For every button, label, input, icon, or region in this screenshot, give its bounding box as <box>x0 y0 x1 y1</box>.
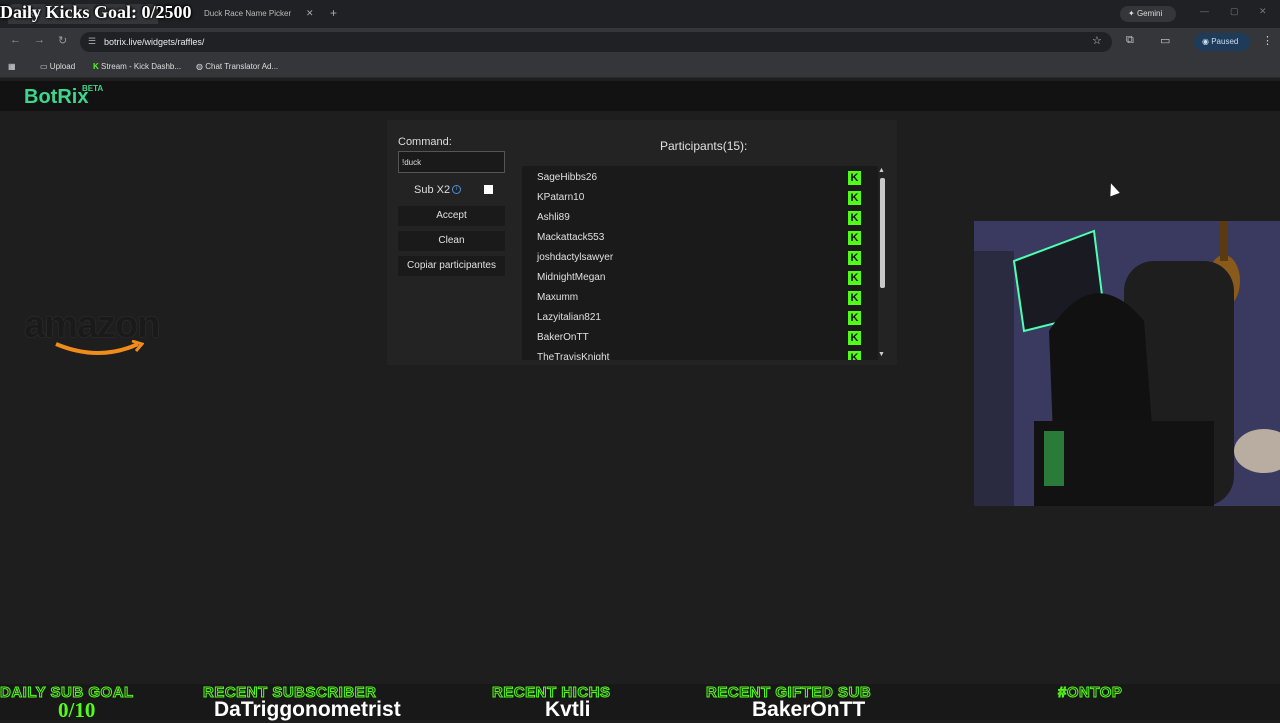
profile-paused-button[interactable]: ◉ Paused <box>1194 33 1250 51</box>
accept-button[interactable]: Accept <box>398 206 505 226</box>
recent-kicks-value: Kvtli <box>545 698 591 721</box>
gemini-button[interactable]: ✦ Gemini <box>1120 6 1176 22</box>
kick-icon: K <box>93 62 99 71</box>
apps-grid-icon[interactable]: ▦ <box>8 59 16 75</box>
sub-x2-checkbox[interactable] <box>484 185 493 194</box>
gemini-label: Gemini <box>1136 9 1163 18</box>
site-info-icon[interactable]: ☰ <box>88 36 96 47</box>
recent-gifted-sub-value: BakerOnTT <box>752 698 866 721</box>
cast-icon[interactable]: ▭ <box>1160 34 1170 47</box>
participant-name: SageHibbs26 <box>537 172 598 183</box>
webcam-feed <box>974 221 1280 506</box>
kick-platform-icon: K <box>848 291 861 305</box>
participant-name: BakerOnTT <box>537 332 589 343</box>
close-tab-icon[interactable]: ✕ <box>306 8 314 19</box>
command-input[interactable] <box>398 151 505 173</box>
bookmark-kick-dashboard[interactable]: K Stream - Kick Dashb... <box>93 59 181 75</box>
minimize-icon[interactable]: — <box>1200 6 1209 16</box>
profile-label: Paused <box>1211 37 1239 46</box>
recent-subscriber-value: DaTriggonometrist <box>214 698 401 721</box>
daily-sub-goal-value: 0/10 <box>58 698 96 722</box>
mouse-cursor-icon <box>1106 181 1120 197</box>
amazon-logo: amazon <box>24 304 160 355</box>
bookmark-label: Stream - Kick Dashb... <box>101 62 182 71</box>
command-label: Command: <box>398 136 452 148</box>
participant-name: MidnightMegan <box>537 272 606 283</box>
participants-list[interactable]: SageHibbs26 K KPatarn10 K Ashli89 K Mackattack… <box>522 166 878 360</box>
bookmark-label: Chat Translator Ad... <box>205 62 279 71</box>
bookmark-upload[interactable]: ▭ Upload <box>40 59 75 75</box>
kick-platform-icon: K <box>848 331 861 345</box>
info-icon[interactable]: i <box>452 185 461 194</box>
participant-name: joshdactylsawyer <box>537 252 614 263</box>
globe-icon: ◍ <box>196 62 203 71</box>
folder-icon: ▭ <box>40 62 48 71</box>
kick-platform-icon: K <box>848 271 861 285</box>
participant-name: TheTravisKnight <box>537 352 610 360</box>
webcam-scene <box>974 221 1280 506</box>
scroll-up-icon[interactable]: ▲ <box>878 167 885 174</box>
star-icon[interactable]: ☆ <box>1092 34 1102 47</box>
forward-icon[interactable]: → <box>34 34 45 46</box>
copy-participants-button[interactable]: Copiar participantes <box>398 256 505 276</box>
participant-name: KPatarn10 <box>537 192 585 203</box>
clean-button[interactable]: Clean <box>398 231 505 251</box>
back-icon[interactable]: ← <box>10 34 21 46</box>
kick-platform-icon: K <box>848 251 861 265</box>
amazon-smile-icon <box>55 340 144 355</box>
maximize-icon[interactable]: ▢ <box>1230 6 1239 17</box>
profile-icon: ◉ <box>1202 37 1209 46</box>
new-tab-icon[interactable]: + <box>330 6 337 20</box>
kick-platform-icon: K <box>848 351 861 360</box>
extensions-icon[interactable]: ⧉ <box>1126 34 1134 47</box>
bookmark-chat-translator[interactable]: ◍ Chat Translator Ad... <box>196 59 278 75</box>
daily-kicks-goal: Daily Kicks Goal: 0/2500 <box>0 2 192 22</box>
reload-icon[interactable]: ↻ <box>58 34 67 47</box>
kick-platform-icon: K <box>848 171 861 185</box>
kick-platform-icon: K <box>848 191 861 205</box>
close-window-icon[interactable]: ✕ <box>1259 6 1267 17</box>
url-text: botrix.live/widgets/raffles/ <box>104 37 205 47</box>
kick-platform-icon: K <box>848 311 861 325</box>
botrix-logo[interactable]: BotRix <box>24 86 88 109</box>
bookmark-label: Upload <box>49 62 76 71</box>
participants-title: Participants(15): <box>660 139 748 153</box>
beta-badge: BETA <box>82 84 104 93</box>
bookmarks-bar <box>0 56 1280 78</box>
participant-name: Maxumm <box>537 292 579 303</box>
site-header <box>0 81 1280 111</box>
scroll-down-icon[interactable]: ▼ <box>878 351 885 358</box>
participant-name: Ashli89 <box>537 212 570 223</box>
participant-name: Lazyitalian821 <box>537 312 601 323</box>
scrollbar-thumb[interactable] <box>880 178 885 288</box>
menu-icon[interactable]: ⋮ <box>1262 34 1273 47</box>
participant-name: Mackattack553 <box>537 232 605 243</box>
kick-platform-icon: K <box>848 231 861 245</box>
sub-x2-label: Sub X2 <box>414 184 451 196</box>
url-field[interactable]: botrix.live/widgets/raffles/ <box>80 32 1112 52</box>
ontop-hashtag: #ONTOP <box>1057 684 1123 702</box>
gemini-icon: ✦ <box>1128 9 1135 18</box>
kick-platform-icon: K <box>848 211 861 225</box>
